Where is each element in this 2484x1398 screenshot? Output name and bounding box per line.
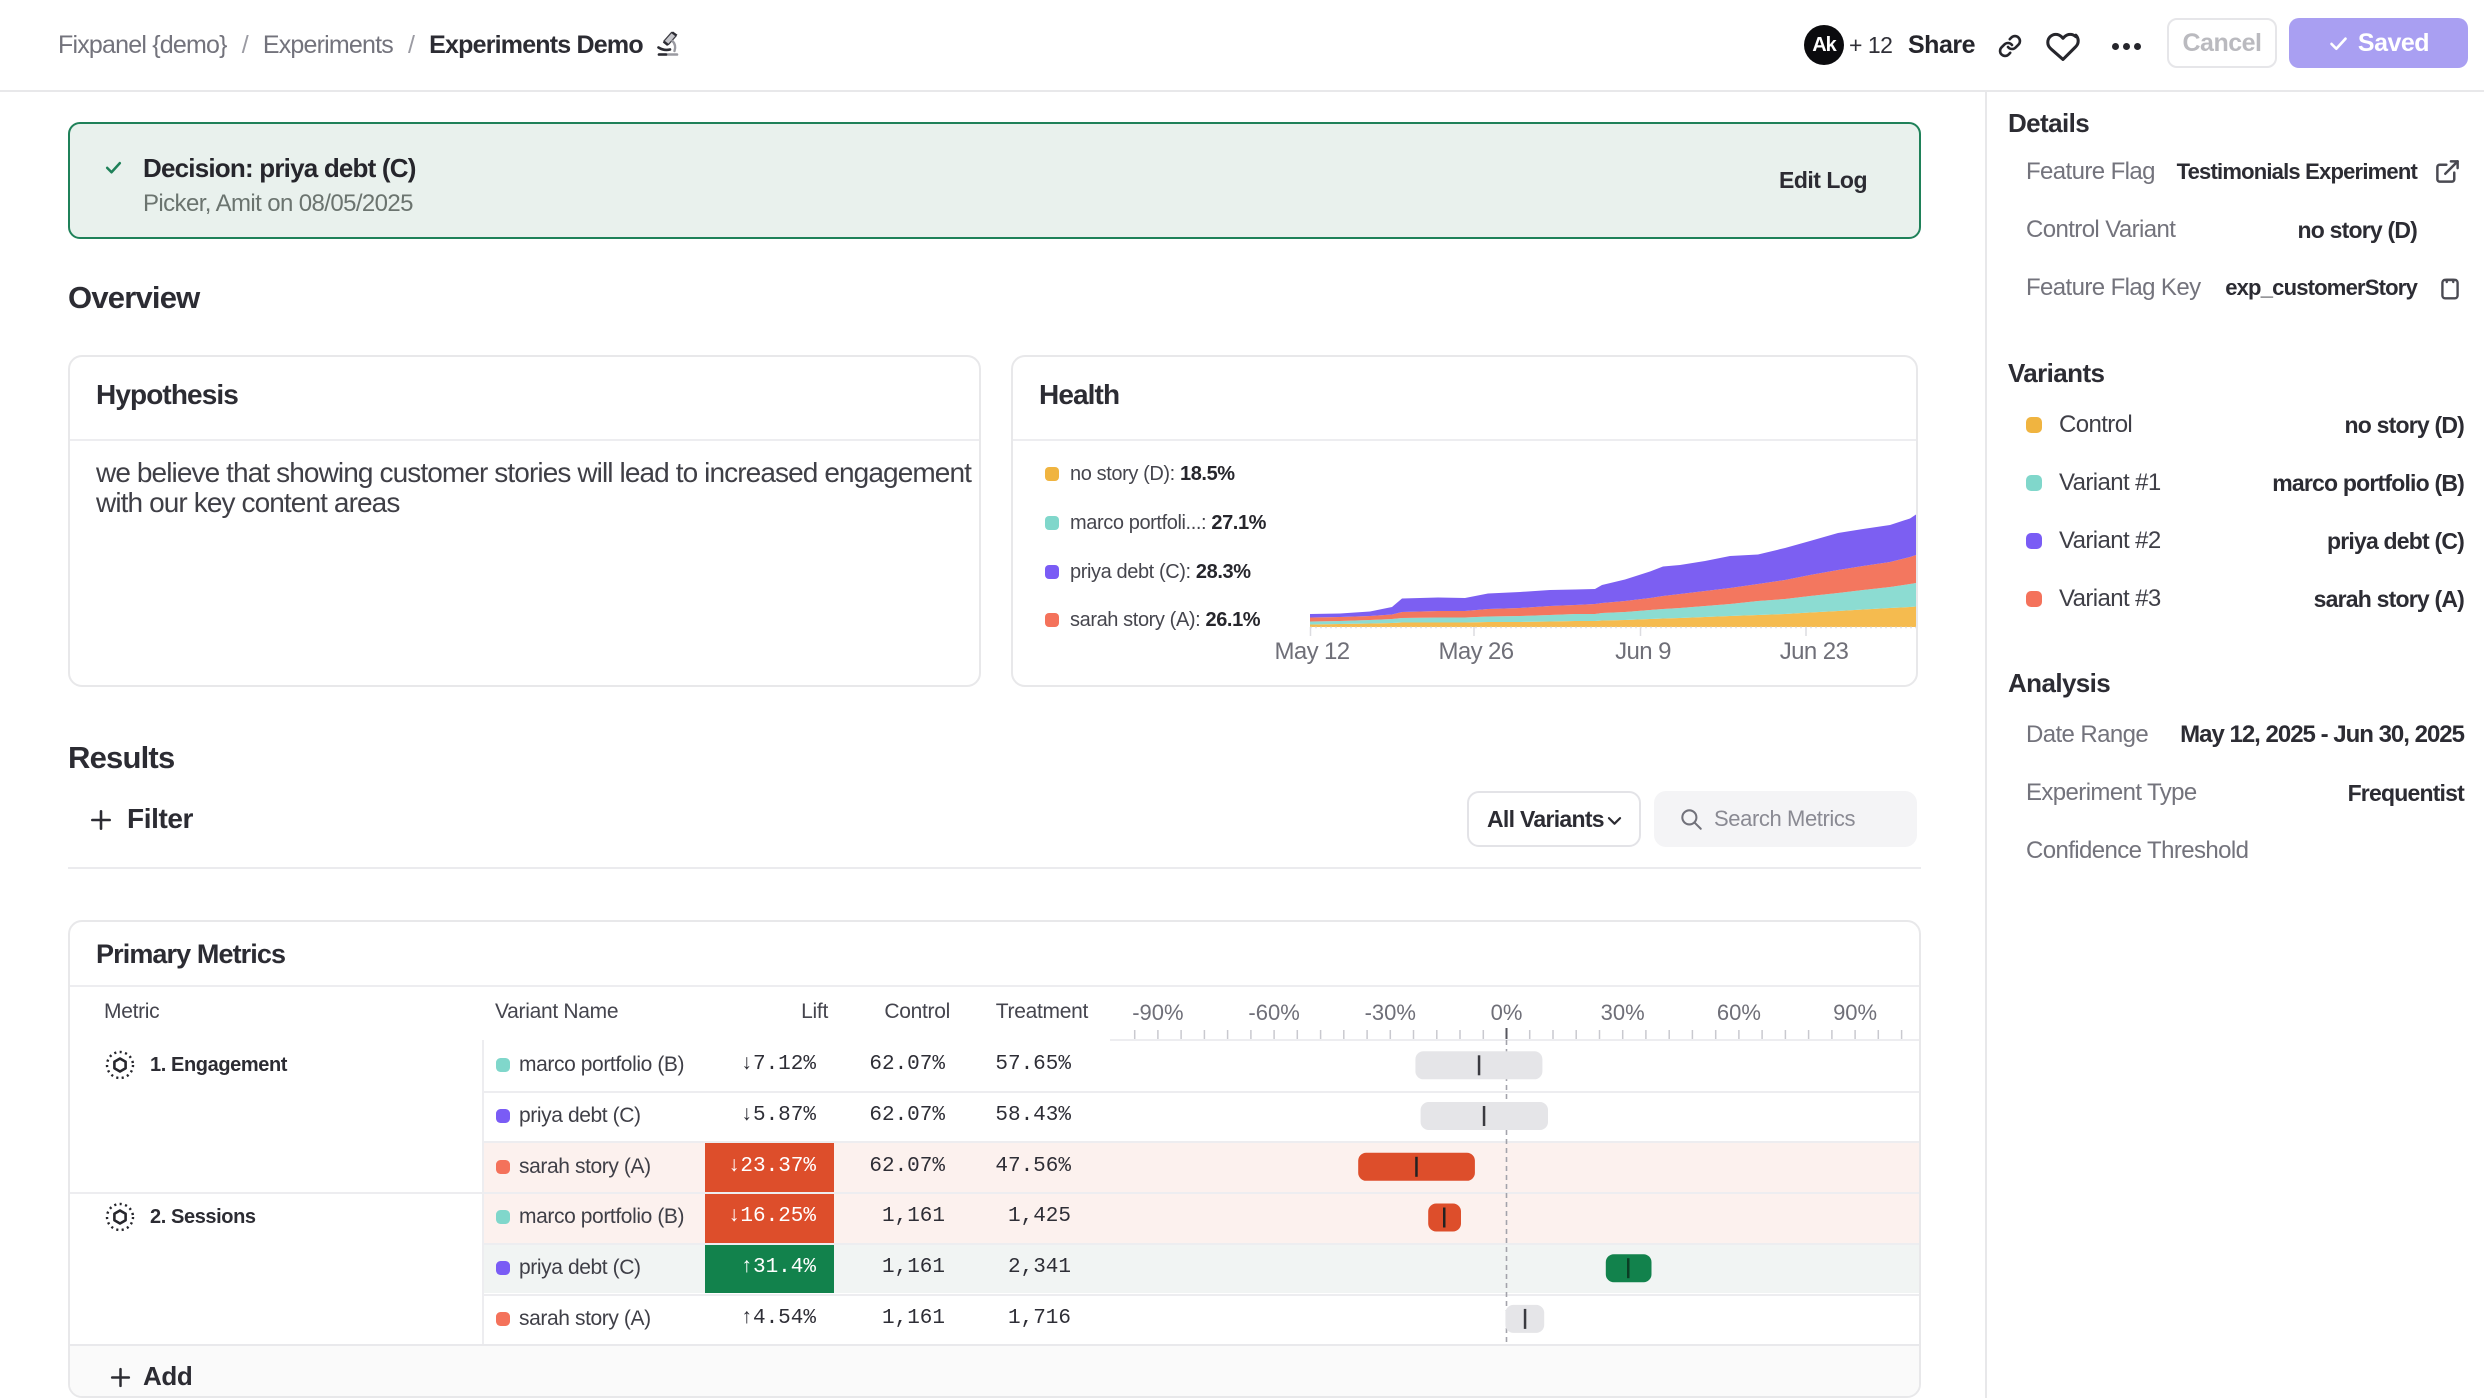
svg-text:60%: 60% [1717,1000,1761,1025]
svg-text:-90%: -90% [1132,1000,1183,1025]
svg-text:-60%: -60% [1248,1000,1299,1025]
svg-text:30%: 30% [1601,1000,1645,1025]
svg-text:0%: 0% [1491,1000,1523,1025]
svg-text:90%: 90% [1833,1000,1877,1025]
svg-text:-30%: -30% [1365,1000,1416,1025]
